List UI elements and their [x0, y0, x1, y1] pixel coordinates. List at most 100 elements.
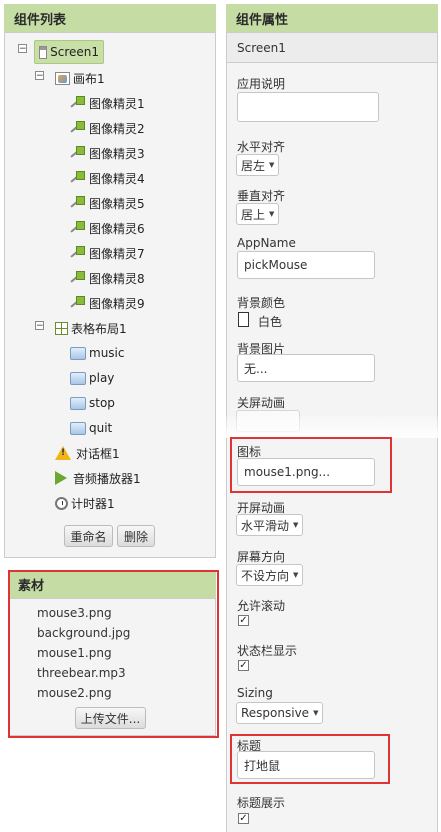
rename-button[interactable]: 重命名 — [64, 525, 113, 547]
media-highlight-box — [8, 570, 219, 738]
open-animation-dropdown[interactable]: 水平滑动 ▼ — [236, 514, 304, 536]
button-icon — [70, 371, 86, 385]
tree-item-label: 表格布局1 — [71, 321, 127, 336]
image-sprite-icon — [70, 295, 86, 311]
fade-overlay — [220, 416, 441, 438]
dropdown-value: 居上 — [241, 207, 266, 222]
tree-item-label: 图像精灵1 — [89, 96, 145, 111]
tree-item-sprite4[interactable]: 图像精灵4 — [70, 168, 145, 188]
image-sprite-icon — [70, 120, 86, 136]
scrollable-checkbox[interactable]: ✓ — [238, 615, 249, 626]
collapse-table-layout-toggle[interactable]: − — [35, 321, 44, 331]
screen-icon — [39, 45, 48, 59]
tree-item-label: 图像精灵8 — [89, 271, 145, 286]
tree-item-label: 图像精灵3 — [89, 146, 145, 161]
align-horizontal-dropdown[interactable]: 居左 ▼ — [236, 154, 280, 176]
tree-item-label: 画布1 — [73, 71, 105, 86]
sizing-label: Sizing — [237, 686, 273, 700]
title-highlight-box — [230, 734, 390, 784]
tree-item-label: 计时器1 — [71, 496, 115, 511]
tree-item-sprite5[interactable]: 图像精灵5 — [70, 193, 145, 213]
screen-orientation-dropdown[interactable]: 不设方向 ▼ — [236, 564, 304, 586]
align-vertical-label: 垂直对齐 — [237, 189, 286, 203]
sizing-dropdown[interactable]: Responsive ▼ — [236, 702, 324, 724]
caret-down-icon: ▼ — [293, 571, 299, 579]
tree-item-music[interactable]: music — [70, 343, 124, 363]
properties-component-name-bar: Screen1 — [227, 33, 437, 63]
tree-item-sprite8[interactable]: 图像精灵8 — [70, 268, 145, 288]
button-icon — [70, 396, 86, 410]
show-statusbar-label: 状态栏显示 — [237, 644, 298, 658]
align-vertical-dropdown[interactable]: 居上 ▼ — [236, 203, 280, 225]
tree-item-screen1[interactable]: Screen1 — [34, 40, 104, 64]
tree-item-sprite6[interactable]: 图像精灵6 — [70, 218, 145, 238]
tree-item-label: Screen1 — [50, 45, 99, 59]
dropdown-value: Responsive — [241, 706, 310, 720]
tree-item-label: stop — [89, 396, 115, 410]
align-horizontal-label: 水平对齐 — [237, 140, 286, 154]
about-screen-textarea[interactable] — [237, 92, 379, 122]
caret-down-icon: ▼ — [269, 161, 275, 169]
warning-icon — [55, 446, 71, 460]
image-sprite-icon — [70, 170, 86, 186]
dropdown-value: 居左 — [241, 158, 266, 173]
clock-icon — [55, 496, 68, 510]
table-layout-icon — [55, 321, 68, 335]
tree-item-label: 图像精灵9 — [89, 296, 145, 311]
tree-item-label: quit — [89, 421, 113, 435]
tree-item-canvas1[interactable]: 画布1 — [55, 68, 105, 88]
image-sprite-icon — [70, 145, 86, 161]
button-icon — [70, 346, 86, 360]
tree-item-sprite1[interactable]: 图像精灵1 — [70, 93, 145, 113]
show-title-label: 标题展示 — [237, 796, 286, 810]
appname-input[interactable]: pickMouse — [237, 251, 375, 279]
tree-item-sprite3[interactable]: 图像精灵3 — [70, 143, 145, 163]
tree-item-label: 图像精灵5 — [89, 196, 145, 211]
tree-item-label: 对话框1 — [76, 446, 120, 461]
background-color-value[interactable]: 白色 — [258, 313, 282, 330]
tree-item-label: 图像精灵2 — [89, 121, 145, 136]
button-icon — [70, 421, 86, 435]
delete-button[interactable]: 删除 — [117, 525, 155, 547]
tree-item-label: play — [89, 371, 115, 385]
tree-item-label: 图像精灵4 — [89, 171, 145, 186]
tree-item-sprite7[interactable]: 图像精灵7 — [70, 243, 145, 263]
background-color-label: 背景颜色 — [237, 296, 286, 310]
close-animation-label: 关屏动画 — [237, 396, 286, 410]
tree-item-player1[interactable]: 音频播放器1 — [55, 468, 141, 488]
tree-item-sprite2[interactable]: 图像精灵2 — [70, 118, 145, 138]
caret-down-icon: ▼ — [293, 521, 299, 529]
image-sprite-icon — [70, 245, 86, 261]
show-statusbar-checkbox[interactable]: ✓ — [238, 660, 249, 671]
tree-item-sprite9[interactable]: 图像精灵9 — [70, 293, 145, 313]
screen-orientation-label: 屏幕方向 — [237, 550, 286, 564]
image-sprite-icon — [70, 270, 86, 286]
dropdown-value: 水平滑动 — [241, 518, 290, 533]
tree-item-quit[interactable]: quit — [70, 418, 112, 438]
properties-component-name: Screen1 — [237, 40, 286, 55]
tree-item-play[interactable]: play — [70, 368, 114, 388]
tree-item-stop[interactable]: stop — [70, 393, 115, 413]
play-icon — [55, 471, 67, 485]
tree-item-label: 图像精灵7 — [89, 246, 145, 261]
caret-down-icon: ▼ — [269, 210, 275, 218]
tree-item-clock1[interactable]: 计时器1 — [55, 493, 115, 513]
tree-item-label: 音频播放器1 — [73, 471, 141, 486]
background-image-picker[interactable]: 无... — [237, 354, 375, 382]
collapse-screen1-toggle[interactable]: − — [18, 44, 27, 54]
tree-item-notifier1[interactable]: 对话框1 — [55, 443, 120, 463]
about-screen-label: 应用说明 — [237, 77, 286, 91]
collapse-canvas-toggle[interactable]: − — [35, 71, 44, 81]
tree-item-table-layout1[interactable]: 表格布局1 — [55, 318, 127, 338]
caret-down-icon: ▼ — [313, 709, 319, 717]
scrollable-label: 允许滚动 — [237, 599, 286, 613]
components-panel-title: 组件列表 — [14, 12, 67, 28]
properties-panel-header: 组件属性 — [226, 4, 438, 32]
tree-item-label: 图像精灵6 — [89, 221, 145, 236]
icon-highlight-box — [230, 437, 392, 493]
tree-item-label: music — [89, 346, 125, 360]
background-color-swatch[interactable] — [238, 312, 249, 327]
image-sprite-icon — [70, 195, 86, 211]
show-title-checkbox[interactable]: ✓ — [238, 813, 249, 824]
image-sprite-icon — [70, 95, 86, 111]
